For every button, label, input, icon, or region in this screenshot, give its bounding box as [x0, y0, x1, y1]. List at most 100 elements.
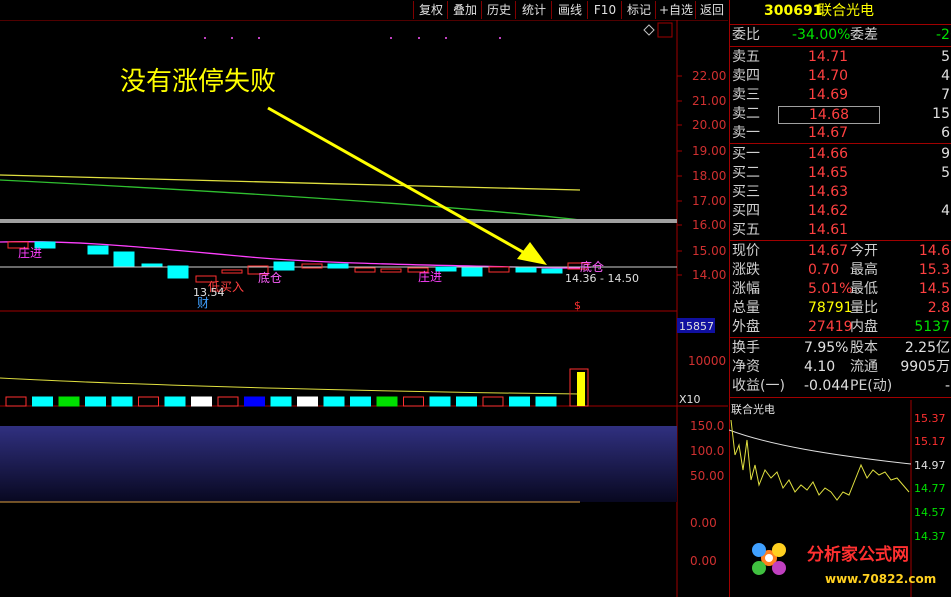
candle [515, 267, 537, 273]
quote-row: 买四 14.62 4 [730, 202, 951, 221]
volume-bar [164, 396, 186, 407]
stat-value: 78791 [808, 300, 853, 316]
volume-bars [5, 368, 589, 407]
mini-axis-label: 14.57 [914, 506, 946, 519]
stat-label: 今开 [850, 243, 878, 259]
volume-bar [244, 396, 265, 407]
indicator-tick-label: 150.0 [690, 419, 724, 433]
bid-label: 买三 [732, 184, 760, 200]
stat-label: 外盘 [732, 319, 760, 335]
quote-row: 买一 14.66 9 [730, 145, 951, 164]
mark-button[interactable]: 标记 [621, 1, 656, 19]
mini-axis-label: 15.17 [914, 435, 946, 448]
volume-bar [191, 396, 212, 407]
ask-label: 卖三 [732, 87, 760, 103]
dicang-label-1: 底仓 [258, 270, 282, 285]
finance-value: 9905万 [900, 359, 950, 375]
volume-bar [111, 396, 133, 407]
volume-unit-label: X10 [679, 393, 701, 406]
draw-line-button[interactable]: 画线 [551, 1, 588, 19]
quote-row: 总量 78791 量比 2.8 [730, 299, 951, 318]
candlesticks [7, 241, 589, 283]
ask-volume: 15 [932, 106, 950, 122]
quote-row: 收益(一) -0.044 PE(动) - [730, 377, 951, 396]
candle [380, 268, 402, 273]
candle [461, 267, 483, 277]
quote-row: 涨幅 5.01% 最低 14.5 [730, 280, 951, 299]
bid-label: 买二 [732, 165, 760, 181]
zhuangjin-label-2: 庄进 [418, 269, 442, 284]
finance-label: 股本 [850, 340, 878, 356]
ma-yellow-line [0, 174, 581, 191]
ask-volume: 4 [941, 68, 950, 84]
candle [327, 263, 349, 269]
stat-label: 涨幅 [732, 281, 760, 297]
kline-chart[interactable]: 庄进 庄进 底仓 底仓 低买入 13.54 财 14.36 - 14.50 $ … [0, 20, 728, 597]
finance-label: 收益(一) [732, 378, 785, 394]
volume-bar [350, 396, 371, 407]
stock-header: 300691 联合光电 [730, 2, 951, 22]
finance-value: 2.25亿 [904, 340, 950, 356]
annotation-text: 没有涨停失败 [120, 67, 276, 97]
ma-green-line [0, 179, 581, 221]
separator [730, 240, 951, 241]
volume-bar [85, 396, 106, 407]
separator [730, 143, 951, 144]
ask-label: 卖一 [732, 125, 760, 141]
stock-code: 300691 [764, 3, 823, 19]
stat-value: 14.67 [808, 243, 849, 259]
history-button[interactable]: 历史 [481, 1, 516, 19]
weibi-value: -34.00% [792, 27, 851, 43]
zhuangjin-label-1: 庄进 [18, 245, 42, 260]
candle [113, 251, 135, 267]
weicha-value: -20 [936, 27, 951, 43]
intraday-mini-chart[interactable]: 联合光电 15.37 15.17 14.97 14.77 14.57 14.37 分析家公… [729, 400, 951, 597]
horizontal-guide-line [0, 219, 677, 223]
f10-button[interactable]: F10 [587, 1, 622, 19]
stat-value: 14.6 [918, 243, 950, 259]
volume-badge: 15857 [679, 320, 714, 333]
bid-price: 14.61 [808, 222, 849, 238]
stat-value: 27419 [808, 319, 853, 335]
candle [488, 266, 510, 273]
separator [730, 397, 951, 398]
indicator-axis: 150.0 100.0 50.00 0.00 0.00 [690, 419, 724, 568]
separator [730, 337, 951, 338]
annotation-arrow-icon [517, 242, 547, 265]
indicator-tick-label: 50.00 [690, 469, 724, 483]
ask-volume: 7 [941, 87, 950, 103]
weibi-row: 委比 -34.00% 委差 -20 [730, 26, 951, 45]
add-watchlist-button[interactable]: +自选 [655, 1, 696, 19]
ask-label: 卖二 [732, 106, 760, 122]
candle [141, 263, 163, 267]
indicator-tick-label: 0.00 [690, 554, 717, 568]
price-tick-label: 17.00 [692, 194, 726, 208]
finance-value: - [944, 378, 950, 394]
bid-volume: 5 [941, 165, 950, 181]
price-tick-label: 14.00 [692, 268, 726, 282]
scroll-toggle[interactable] [657, 22, 673, 38]
price-tick-label: 15.00 [692, 244, 726, 258]
volume-bar [138, 396, 159, 407]
volume-axis-label: 10000 [688, 354, 726, 368]
bid-price: 14.65 [808, 165, 849, 181]
ask-volume: 6 [941, 125, 950, 141]
quote-row: 卖五 14.71 5 [730, 48, 951, 67]
fuquan-button[interactable]: 复权 [413, 1, 448, 19]
diamond-icon[interactable] [643, 24, 655, 36]
volume-bar [270, 396, 292, 407]
signal-dots [204, 37, 501, 39]
watermark-brand: 分析家公式网 [807, 544, 909, 565]
overlay-button[interactable]: 叠加 [447, 1, 482, 19]
stat-label: 现价 [732, 243, 760, 259]
stat-label: 量比 [850, 300, 878, 316]
quote-row: 卖一 14.67 6 [730, 124, 951, 143]
ask-price: 14.69 [808, 87, 849, 103]
statistics-button[interactable]: 统计 [515, 1, 552, 19]
bid-label: 买五 [732, 222, 760, 238]
back-button[interactable]: 返回 [695, 1, 728, 19]
volume-bar [32, 396, 53, 407]
volume-bar [5, 396, 27, 407]
watermark-url: www.70822.com [825, 572, 936, 586]
quote-row: 现价 14.67 今开 14.6 [730, 242, 951, 261]
